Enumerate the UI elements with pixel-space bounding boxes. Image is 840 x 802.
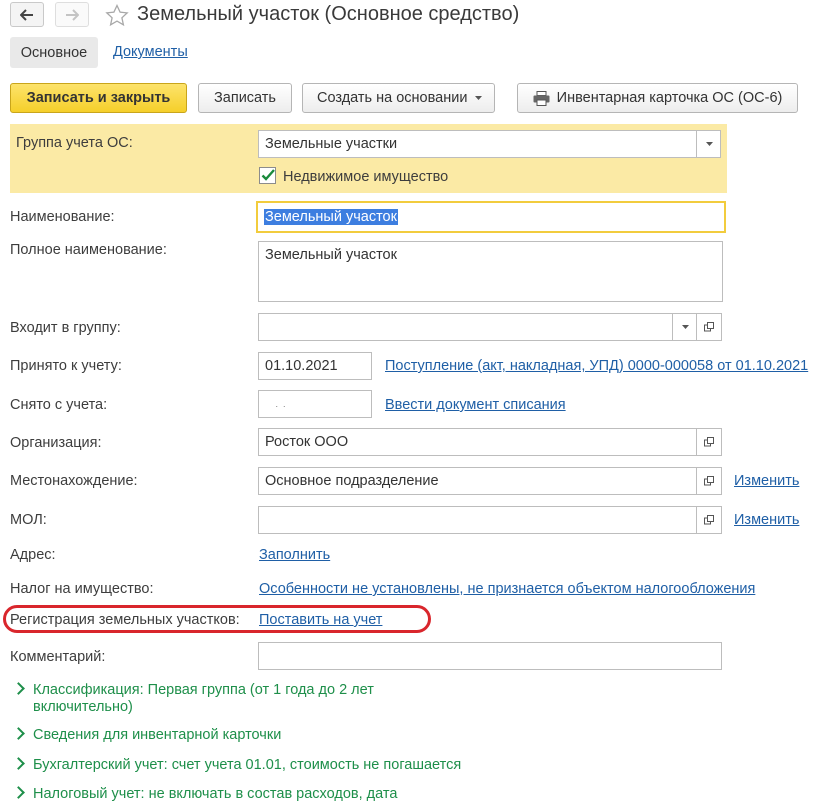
- section-accounting[interactable]: Бухгалтерский учет: счет учета 01.01, ст…: [12, 757, 462, 773]
- property-tax-link[interactable]: Особенности не установлены, не признаетс…: [259, 581, 755, 597]
- section-tax-accounting-title: Налоговый учет: не включать в состав рас…: [33, 786, 398, 802]
- receipt-document-link[interactable]: Поступление (акт, накладная, УПД) 0000-0…: [385, 358, 840, 374]
- property-tax-label: Налог на имущество:: [10, 581, 154, 597]
- section-classification-title: Классификация: Первая группа (от 1 года …: [33, 682, 374, 698]
- mol-label: МОЛ:: [10, 512, 47, 528]
- location-label: Местонахождение:: [10, 473, 138, 489]
- arrow-left-icon: [20, 8, 33, 21]
- dropdown-arrow-icon: [475, 96, 483, 100]
- parent-group-input[interactable]: [258, 313, 697, 341]
- parent-group-label: Входит в группу:: [10, 320, 121, 336]
- land-registration-link[interactable]: Поставить на учет: [259, 612, 382, 628]
- comment-input[interactable]: [258, 642, 722, 670]
- accepted-date-input[interactable]: 01.10.2021: [258, 352, 372, 380]
- parent-group-open-button[interactable]: [696, 313, 722, 341]
- parent-group-dropdown-button[interactable]: [672, 314, 696, 340]
- real-estate-label: Недвижимое имущество: [283, 169, 449, 185]
- real-estate-checkbox[interactable]: [259, 167, 276, 184]
- mol-change-link[interactable]: Изменить: [734, 512, 799, 528]
- section-classification-continuation: включительно): [33, 699, 133, 715]
- open-window-icon: [703, 436, 714, 446]
- tab-main[interactable]: Основное: [10, 37, 98, 68]
- full-name-value: Земельный участок: [265, 247, 397, 263]
- removed-date-input[interactable]: . .: [258, 390, 372, 418]
- mol-open-button[interactable]: [696, 506, 722, 534]
- favorite-star-icon[interactable]: [105, 4, 129, 27]
- arrow-right-icon: [66, 8, 79, 21]
- open-window-icon: [703, 321, 714, 331]
- removed-label: Снято с учета:: [10, 397, 108, 413]
- back-button[interactable]: [10, 2, 44, 27]
- asset-group-select[interactable]: Земельные участки: [258, 130, 721, 158]
- section-accounting-title: Бухгалтерский учет: счет учета 01.01, ст…: [33, 757, 462, 773]
- printer-icon: [533, 90, 550, 106]
- section-tax-accounting[interactable]: Налоговый учет: не включать в состав рас…: [12, 786, 398, 802]
- organization-value: Росток ООО: [265, 434, 349, 450]
- inventory-card-button[interactable]: Инвентарная карточка ОС (ОС-6): [517, 83, 798, 113]
- address-fill-link[interactable]: Заполнить: [259, 547, 330, 563]
- chevron-right-icon: [12, 786, 25, 799]
- section-classification[interactable]: Классификация: Первая группа (от 1 года …: [12, 682, 374, 698]
- chevron-right-icon: [12, 682, 25, 695]
- checkmark-icon: [261, 169, 275, 181]
- asset-group-value: Земельные участки: [265, 136, 398, 152]
- accepted-date-value: 01.10.2021: [265, 358, 338, 374]
- create-based-on-label: Создать на основании: [317, 90, 468, 106]
- section-inventory-card[interactable]: Сведения для инвентарной карточки: [12, 727, 282, 743]
- save-and-close-button[interactable]: Записать и закрыть: [10, 83, 187, 113]
- full-name-textarea[interactable]: Земельный участок: [258, 241, 723, 302]
- accepted-label: Принято к учету:: [10, 358, 122, 374]
- location-open-button[interactable]: [696, 467, 722, 495]
- organization-input[interactable]: Росток ООО: [258, 428, 697, 456]
- full-name-label: Полное наименование:: [10, 242, 167, 258]
- section-inventory-card-title: Сведения для инвентарной карточки: [33, 727, 282, 743]
- organization-open-button[interactable]: [696, 428, 722, 456]
- save-button[interactable]: Записать: [198, 83, 292, 113]
- inventory-card-label: Инвентарная карточка ОС (ОС-6): [556, 90, 783, 106]
- name-value: Земельный участок: [264, 209, 398, 225]
- receipt-document-link-text: Поступление (акт, накладная, УПД) 0000-0…: [385, 358, 809, 374]
- asset-group-dropdown-button[interactable]: [696, 131, 720, 157]
- tab-documents[interactable]: Документы: [113, 44, 188, 60]
- asset-group-label: Группа учета ОС:: [16, 135, 133, 151]
- chevron-down-icon: [681, 325, 689, 329]
- name-input[interactable]: Земельный участок: [256, 201, 726, 233]
- window-title: Земельный участок (Основное средство): [137, 3, 520, 25]
- location-input[interactable]: Основное подразделение: [258, 467, 697, 495]
- location-value: Основное подразделение: [265, 473, 439, 489]
- comment-label: Комментарий:: [10, 649, 106, 665]
- chevron-right-icon: [12, 757, 25, 770]
- chevron-down-icon: [705, 142, 713, 146]
- land-registration-label: Регистрация земельных участков:: [10, 612, 240, 628]
- location-change-link[interactable]: Изменить: [734, 473, 799, 489]
- address-label: Адрес:: [10, 547, 56, 563]
- write-off-document-link[interactable]: Ввести документ списания: [385, 397, 566, 413]
- create-based-on-button[interactable]: Создать на основании: [302, 83, 495, 113]
- open-window-icon: [703, 475, 714, 485]
- removed-date-value: . .: [273, 399, 286, 409]
- organization-label: Организация:: [10, 435, 102, 451]
- mol-input[interactable]: [258, 506, 697, 534]
- forward-button[interactable]: [55, 2, 89, 27]
- name-label: Наименование:: [10, 209, 115, 225]
- open-window-icon: [703, 514, 714, 524]
- chevron-right-icon: [12, 727, 25, 740]
